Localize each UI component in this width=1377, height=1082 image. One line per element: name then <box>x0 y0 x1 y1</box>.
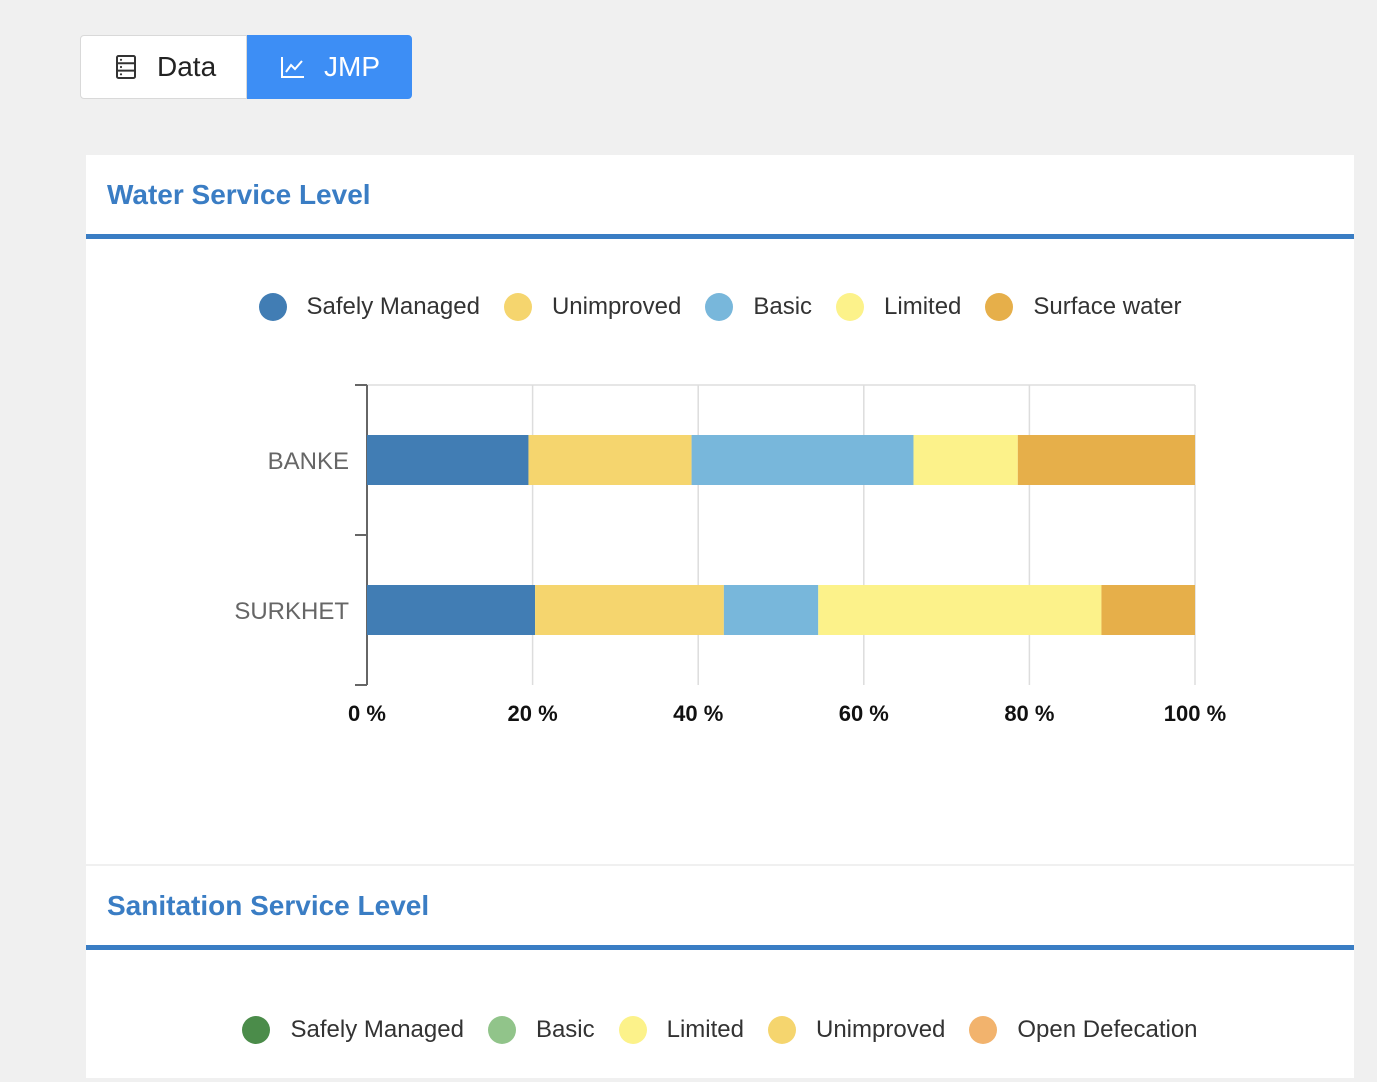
x-tick-label: 20 % <box>508 701 558 725</box>
legend-item[interactable]: Basic <box>487 1016 595 1044</box>
legend-marker <box>705 293 734 321</box>
bar-segment <box>913 435 1018 485</box>
legend-item[interactable]: Surface water <box>985 293 1181 321</box>
legend-label: Open Defecation <box>1017 1016 1198 1043</box>
tab-data-label: Data <box>157 51 217 82</box>
legend-label: Unimproved <box>551 293 682 320</box>
x-tick-label: 80 % <box>1004 701 1054 725</box>
legend-item[interactable]: Limited <box>618 1016 744 1044</box>
y-category-label: BANKE <box>268 448 349 475</box>
tab-jmp-label: JMP <box>324 51 380 82</box>
legend-item[interactable]: Unimproved <box>503 293 682 321</box>
bar-segment <box>535 585 724 635</box>
sanitation-card-header: Sanitation Service Level <box>86 866 1354 950</box>
legend-marker <box>487 1016 516 1044</box>
legend-label: Surface water <box>1033 293 1182 320</box>
bar-segment <box>528 435 692 485</box>
tab-jmp[interactable]: JMP <box>247 35 412 99</box>
legend-marker <box>985 293 1014 321</box>
legend-item[interactable]: Unimproved <box>768 1016 945 1044</box>
legend-item[interactable]: Safely Managed <box>258 293 480 321</box>
bar-segment <box>367 585 536 635</box>
legend-marker <box>242 1016 271 1044</box>
water-card-title: Water Service Level <box>107 178 371 210</box>
legend-item[interactable]: Open Defecation <box>969 1016 1198 1044</box>
legend-label: Unimproved <box>816 1016 946 1043</box>
bar-segment <box>691 435 914 485</box>
bar-segment <box>367 435 529 485</box>
bar-segment <box>818 585 1102 635</box>
jmp-panels: Water Service Level Safely Managed Unimpr… <box>86 155 1354 1078</box>
sanitation-legend: Safely Managed Basic Limited Unimproved Open… <box>86 1016 1354 1044</box>
database-icon <box>113 54 139 80</box>
sanitation-card-title: Sanitation Service Level <box>107 889 430 921</box>
water-card-header: Water Service Level <box>86 155 1354 239</box>
legend-label: Limited <box>666 1016 744 1043</box>
sanitation-service-card: Sanitation Service Level Safely Managed B… <box>86 866 1354 1078</box>
legend-item[interactable]: Limited <box>836 293 961 321</box>
tab-data[interactable]: Data <box>80 35 247 99</box>
bar-segment <box>1017 435 1195 485</box>
legend-marker <box>768 1016 796 1044</box>
legend-marker <box>969 1016 998 1044</box>
bar-segment <box>723 585 819 635</box>
view-tabs: Data JMP <box>80 35 412 99</box>
legend-label: Safely Managed <box>306 293 480 320</box>
legend-item[interactable]: Safely Managed <box>242 1016 464 1044</box>
legend-label: Safely Managed <box>290 1016 464 1043</box>
x-tick-label: 100 % <box>1164 701 1226 725</box>
legend-label: Basic <box>535 1016 595 1043</box>
legend-marker <box>258 293 287 321</box>
line-chart-icon <box>280 54 306 80</box>
bar-segment <box>1101 585 1195 635</box>
legend-label: Limited <box>884 293 962 320</box>
legend-marker <box>503 293 532 321</box>
water-service-card: Water Service Level Safely Managed Unimpr… <box>86 155 1354 864</box>
water-legend: Safely Managed Unimproved Basic Limited Surf… <box>86 293 1354 321</box>
y-category-label: SURKHET <box>234 598 349 625</box>
legend-marker <box>836 293 865 321</box>
legend-label: Basic <box>753 293 813 320</box>
water-service-chart: 0 % 20 % 40 % 60 % 80 % 100 % BANKE SURKHET <box>234 384 1226 725</box>
x-tick-label: 40 % <box>673 701 723 725</box>
x-tick-label: 60 % <box>839 701 889 725</box>
x-tick-label: 0 % <box>348 701 386 725</box>
legend-item[interactable]: Basic <box>705 293 812 321</box>
legend-marker <box>618 1016 647 1044</box>
